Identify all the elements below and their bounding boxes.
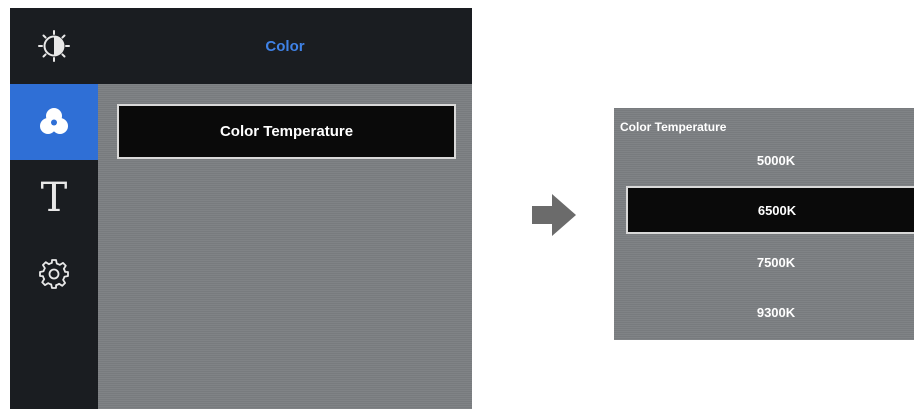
sidebar-item-brightness[interactable]: [10, 8, 98, 84]
option-5000k[interactable]: 5000K: [626, 136, 914, 184]
osd-sidebar: T: [10, 8, 98, 409]
option-9300k[interactable]: 9300K: [626, 288, 914, 336]
color-icon: [40, 108, 68, 134]
text-icon: T: [40, 175, 68, 221]
sidebar-item-color[interactable]: [10, 84, 98, 160]
color-temperature-submenu: Color Temperature 5000K 6500K 7500K 9300…: [614, 108, 914, 340]
option-label: 6500K: [757, 202, 797, 218]
menu-item-color-temperature[interactable]: Color Temperature: [117, 104, 456, 159]
arrow-right-icon: [532, 194, 576, 236]
menu-header: Color: [98, 8, 472, 84]
menu-title: Color: [265, 37, 305, 55]
brightness-icon: [38, 30, 70, 62]
option-label: 7500K: [756, 254, 796, 270]
option-7500k[interactable]: 7500K: [626, 238, 914, 286]
gear-icon: [39, 259, 69, 289]
option-label: 5000K: [756, 152, 796, 168]
sidebar-item-settings[interactable]: [10, 236, 98, 312]
submenu-title: Color Temperature: [620, 120, 727, 134]
sidebar-item-text[interactable]: T: [10, 160, 98, 236]
option-6500k[interactable]: 6500K: [626, 186, 914, 234]
osd-main-menu: T Color Color Temperature: [10, 8, 472, 409]
option-label: 9300K: [756, 304, 796, 320]
menu-item-label: Color Temperature: [219, 123, 354, 140]
